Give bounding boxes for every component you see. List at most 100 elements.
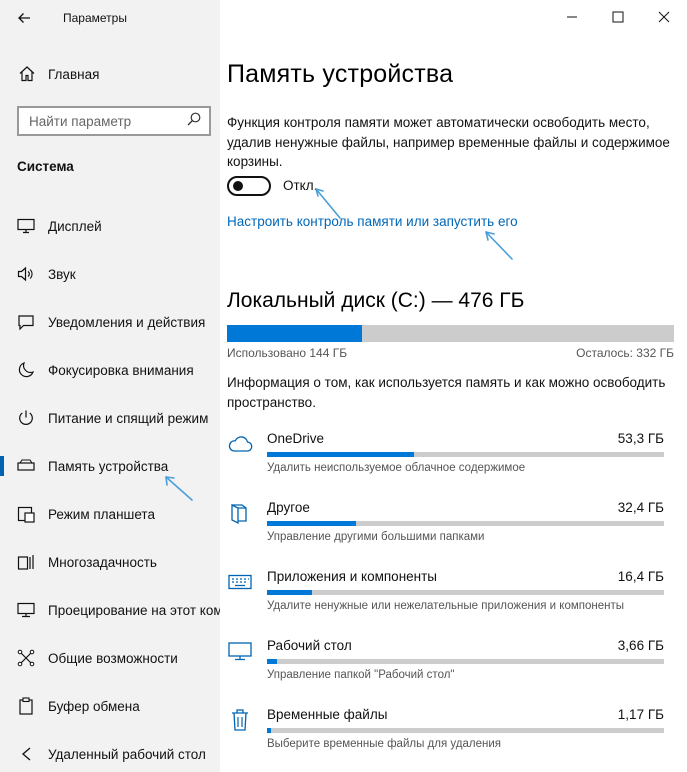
maximize-icon xyxy=(612,11,624,23)
sidebar: Параметры Главная Система Дисплей Звук У… xyxy=(0,0,220,772)
sidebar-item-display[interactable]: Дисплей xyxy=(0,208,220,244)
cloud-icon xyxy=(227,431,253,457)
sidebar-item-label: Фокусировка внимания xyxy=(48,362,194,378)
toggle-knob xyxy=(233,181,243,191)
sidebar-item-remote-desktop[interactable]: Удаленный рабочий стол xyxy=(0,736,220,772)
category-temp-files[interactable]: Временные файлы 1,17 ГБ Выберите временн… xyxy=(220,707,687,767)
category-description: Удалите ненужные или нежелательные прило… xyxy=(267,600,625,612)
disk-free-label: Осталось: 332 ГБ xyxy=(576,346,674,360)
category-bar xyxy=(267,659,664,664)
clipboard-icon xyxy=(16,696,36,716)
toggle-state-label: Откл. xyxy=(283,178,318,193)
close-button[interactable] xyxy=(641,0,687,34)
monitor-icon xyxy=(227,638,253,664)
sidebar-item-label: Дисплей xyxy=(48,218,102,234)
keyboard-icon xyxy=(227,569,253,595)
notification-icon xyxy=(16,312,36,332)
sidebar-item-label: Уведомления и действия xyxy=(48,314,206,330)
sidebar-item-focus-assist[interactable]: Фокусировка внимания xyxy=(0,352,220,388)
sidebar-item-label: Многозадачность xyxy=(48,554,157,570)
category-size: 32,4 ГБ xyxy=(617,500,664,515)
projection-icon xyxy=(16,600,36,620)
search-input[interactable] xyxy=(29,113,179,129)
category-description: Удалить неиспользуемое облачное содержим… xyxy=(267,462,526,474)
sidebar-item-clipboard[interactable]: Буфер обмена xyxy=(0,688,220,724)
close-icon xyxy=(658,11,670,23)
arrow-left-icon xyxy=(18,13,30,23)
sidebar-item-label: Удаленный рабочий стол xyxy=(48,746,206,762)
category-bar-fill xyxy=(267,728,271,733)
disk-used-label: Использовано 144 ГБ xyxy=(227,346,348,360)
storage-sense-toggle[interactable] xyxy=(227,176,271,196)
maximize-button[interactable] xyxy=(595,0,641,34)
category-bar-fill xyxy=(267,521,357,526)
tablet-icon xyxy=(16,504,36,524)
sidebar-item-label: Режим планшета xyxy=(48,506,155,522)
nav-home[interactable]: Главная xyxy=(0,58,220,90)
category-bar-fill xyxy=(267,659,278,664)
configure-storage-sense-link[interactable]: Настроить контроль памяти или запустить … xyxy=(227,214,518,229)
category-name: Приложения и компоненты xyxy=(267,569,437,584)
search-icon[interactable] xyxy=(187,112,201,131)
category-bar xyxy=(267,521,664,526)
category-onedrive[interactable]: OneDrive 53,3 ГБ Удалить неиспользуемое … xyxy=(220,431,687,491)
category-name: Рабочий стол xyxy=(267,638,352,653)
sidebar-item-notifications[interactable]: Уведомления и действия xyxy=(0,304,220,340)
power-icon xyxy=(16,408,36,428)
shared-icon xyxy=(16,648,36,668)
sidebar-item-sound[interactable]: Звук xyxy=(0,256,220,292)
category-description: Управление папкой "Рабочий стол" xyxy=(267,669,455,681)
remote-desktop-icon xyxy=(16,744,36,764)
speaker-icon xyxy=(16,264,36,284)
page-title: Память устройства xyxy=(227,60,454,88)
category-description: Управление другими большими папками xyxy=(267,531,485,543)
sidebar-item-label: Питание и спящий режим xyxy=(48,410,209,426)
trash-icon xyxy=(227,707,253,733)
disk-usage-bar xyxy=(227,325,674,342)
sidebar-item-label: Общие возможности xyxy=(48,650,178,666)
disk-usage-fill xyxy=(227,325,363,342)
nav-home-label: Главная xyxy=(48,66,100,82)
usage-info-text: Информация о том, как используется памят… xyxy=(227,375,666,410)
minimize-icon xyxy=(567,16,577,18)
sidebar-item-power[interactable]: Питание и спящий режим xyxy=(0,400,220,436)
category-description: Выберите временные файлы для удаления xyxy=(267,738,501,750)
home-icon xyxy=(17,64,37,84)
category-other[interactable]: Другое 32,4 ГБ Управление другими больши… xyxy=(220,500,687,560)
sidebar-item-shared-experiences[interactable]: Общие возможности xyxy=(0,640,220,676)
sidebar-item-label: Буфер обмена xyxy=(48,698,140,714)
sidebar-item-tablet-mode[interactable]: Режим планшета xyxy=(0,496,220,532)
minimize-button[interactable] xyxy=(549,0,595,34)
multitask-icon xyxy=(16,552,36,572)
search-box[interactable] xyxy=(17,106,211,136)
app-title: Параметры xyxy=(63,11,127,25)
category-bar-fill xyxy=(267,590,313,595)
sidebar-item-storage[interactable]: Память устройства xyxy=(0,448,220,484)
sidebar-item-projection[interactable]: Проецирование на этот компьютер xyxy=(0,592,220,628)
category-size: 1,17 ГБ xyxy=(617,707,664,722)
category-desktop[interactable]: Рабочий стол 3,66 ГБ Управление папкой "… xyxy=(220,638,687,698)
disk-title: Локальный диск (C:) — 476 ГБ xyxy=(227,289,525,312)
category-bar xyxy=(267,452,664,457)
category-name: OneDrive xyxy=(267,431,325,446)
category-name: Временные файлы xyxy=(267,707,388,722)
storage-sense-description: Функция контроля памяти может автоматиче… xyxy=(227,115,670,169)
folder-icon xyxy=(227,500,253,526)
category-apps[interactable]: Приложения и компоненты 16,4 ГБ Удалите … xyxy=(220,569,687,629)
category-size: 53,3 ГБ xyxy=(617,431,664,446)
sidebar-item-label: Память устройства xyxy=(48,458,169,474)
storage-icon xyxy=(16,456,36,476)
category-bar xyxy=(267,728,664,733)
sidebar-item-label: Звук xyxy=(48,266,76,282)
main-panel: Память устройства Функция контроля памят… xyxy=(220,0,687,772)
category-bar-fill xyxy=(267,452,414,457)
category-size: 3,66 ГБ xyxy=(617,638,664,653)
category-bar xyxy=(267,590,664,595)
section-title: Система xyxy=(17,159,74,174)
titlebar-left: Параметры xyxy=(0,0,220,34)
display-icon xyxy=(16,216,36,236)
back-button[interactable] xyxy=(14,8,34,28)
sidebar-item-multitasking[interactable]: Многозадачность xyxy=(0,544,220,580)
category-name: Другое xyxy=(267,500,310,515)
window-controls xyxy=(549,0,687,34)
